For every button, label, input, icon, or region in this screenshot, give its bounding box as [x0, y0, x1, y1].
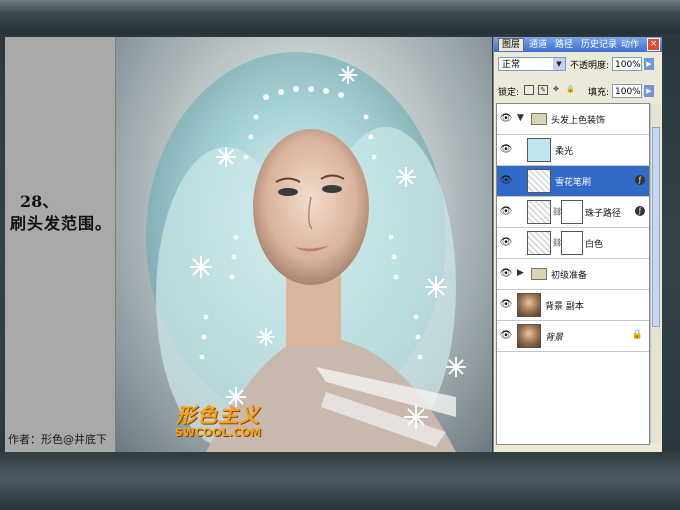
layer-style-icon[interactable]: ƒ: [635, 206, 645, 216]
eye-icon[interactable]: 👁: [499, 175, 513, 187]
layer-white[interactable]: 👁 ⛓ 白色: [497, 228, 649, 259]
panel-tab-bar: 图层 通道 路径 历史记录 动作 ×: [494, 37, 662, 52]
portrait-illustration: [146, 52, 466, 452]
eye-icon[interactable]: 👁: [499, 113, 513, 125]
layer-group-preparation[interactable]: 👁 ▶ 初级准备: [497, 259, 649, 290]
blend-mode-value: 正常: [502, 60, 521, 70]
lock-image-icon[interactable]: ✎: [538, 85, 548, 95]
layer-name: 背景: [545, 333, 564, 343]
blend-opacity-row: 正常 ▼ 不透明度: 100% ▶: [494, 53, 662, 75]
opacity-slider-arrow-icon[interactable]: ▶: [644, 58, 654, 70]
tab-layers[interactable]: 图层: [498, 38, 525, 51]
layer-background[interactable]: 👁 背景 🔒: [497, 321, 649, 352]
fill-input[interactable]: 100%: [612, 84, 642, 98]
layer-bead-path[interactable]: 👁 ⛓ 珠子路径 ƒ: [497, 197, 649, 228]
layer-thumbnail: [527, 169, 551, 193]
step-instruction: 刷头发范围。: [10, 214, 113, 233]
scrollbar-thumb[interactable]: [652, 127, 660, 327]
top-border-bar: [0, 0, 680, 34]
layer-name: 初级准备: [551, 271, 588, 281]
layer-name: 头发上色装饰: [551, 116, 606, 126]
folder-icon: [531, 268, 547, 280]
layer-thumbnail: [517, 293, 541, 317]
eye-icon[interactable]: 👁: [499, 330, 513, 342]
layer-mask-thumbnail[interactable]: [561, 200, 583, 224]
layers-list: 👁 ▼ 头发上色装饰 👁 柔光 👁 雪花笔刷 ƒ 👁 ⛓ 珠子路径 ƒ 👁 ⛓ …: [496, 103, 650, 445]
close-icon[interactable]: ×: [647, 38, 660, 51]
layer-name: 白色: [585, 240, 604, 250]
layer-thumbnail: [527, 138, 551, 162]
layer-name: 雪花笔刷: [555, 178, 592, 188]
eye-icon[interactable]: 👁: [499, 299, 513, 311]
collapse-triangle-icon[interactable]: ▶: [517, 268, 524, 278]
watermark-site: SWCOOL.COM: [174, 426, 262, 439]
layer-soft-light[interactable]: 👁 柔光: [497, 135, 649, 166]
layers-panel: 图层 通道 路径 历史记录 动作 × 正常 ▼ 不透明度: 100% ▶ 锁定:…: [493, 37, 662, 452]
bottom-border-bar: [0, 452, 680, 510]
site-watermark: 形色主义 SWCOOL.COM: [158, 399, 278, 439]
eye-icon[interactable]: 👁: [499, 206, 513, 218]
author-credit: 作者：形色@井底下: [8, 433, 107, 446]
step-number: 28、: [20, 192, 59, 211]
tab-history[interactable]: 历史记录: [578, 39, 620, 51]
fill-label: 填充:: [588, 88, 610, 98]
watermark-logo-text: 形色主义: [176, 403, 260, 427]
layer-name: 背景 副本: [545, 302, 584, 312]
tab-channels[interactable]: 通道: [526, 39, 550, 51]
lock-transparency-icon[interactable]: [524, 85, 534, 95]
chevron-down-icon: ▼: [553, 58, 565, 70]
layer-name: 柔光: [555, 147, 574, 157]
layer-thumbnail: [527, 231, 551, 255]
lock-label: 锁定:: [498, 88, 520, 98]
opacity-input[interactable]: 100%: [612, 57, 642, 71]
layer-mask-thumbnail[interactable]: [561, 231, 583, 255]
lock-icon: 🔒: [631, 330, 643, 340]
lock-fill-row: 锁定: ✎ ✥ 🔒 填充: 100% ▶: [494, 81, 662, 101]
expand-triangle-icon[interactable]: ▼: [517, 113, 524, 123]
tab-paths[interactable]: 路径: [552, 39, 576, 51]
tutorial-text-panel: [5, 37, 116, 452]
layer-background-copy[interactable]: 👁 背景 副本: [497, 290, 649, 321]
lock-position-icon[interactable]: ✥: [552, 85, 560, 93]
photo-canvas[interactable]: 形色主义 SWCOOL.COM: [116, 37, 492, 452]
blend-mode-select[interactable]: 正常 ▼: [498, 57, 566, 71]
layer-name: 珠子路径: [585, 209, 622, 219]
layer-thumbnail: [527, 200, 551, 224]
eye-icon[interactable]: 👁: [499, 144, 513, 156]
eye-icon[interactable]: 👁: [499, 268, 513, 280]
lock-all-icon[interactable]: 🔒: [566, 85, 575, 93]
fill-slider-arrow-icon[interactable]: ▶: [644, 85, 654, 97]
eye-icon[interactable]: 👁: [499, 237, 513, 249]
layer-snowflake-brush[interactable]: 👁 雪花笔刷 ƒ: [497, 166, 649, 197]
layer-group-hair-decoration[interactable]: 👁 ▼ 头发上色装饰: [497, 104, 649, 135]
folder-icon: [531, 113, 547, 125]
layers-scrollbar[interactable]: [650, 103, 661, 443]
layer-thumbnail: [517, 324, 541, 348]
layer-style-icon[interactable]: ƒ: [635, 175, 645, 185]
opacity-label: 不透明度:: [570, 61, 610, 71]
tab-actions[interactable]: 动作: [618, 39, 642, 51]
